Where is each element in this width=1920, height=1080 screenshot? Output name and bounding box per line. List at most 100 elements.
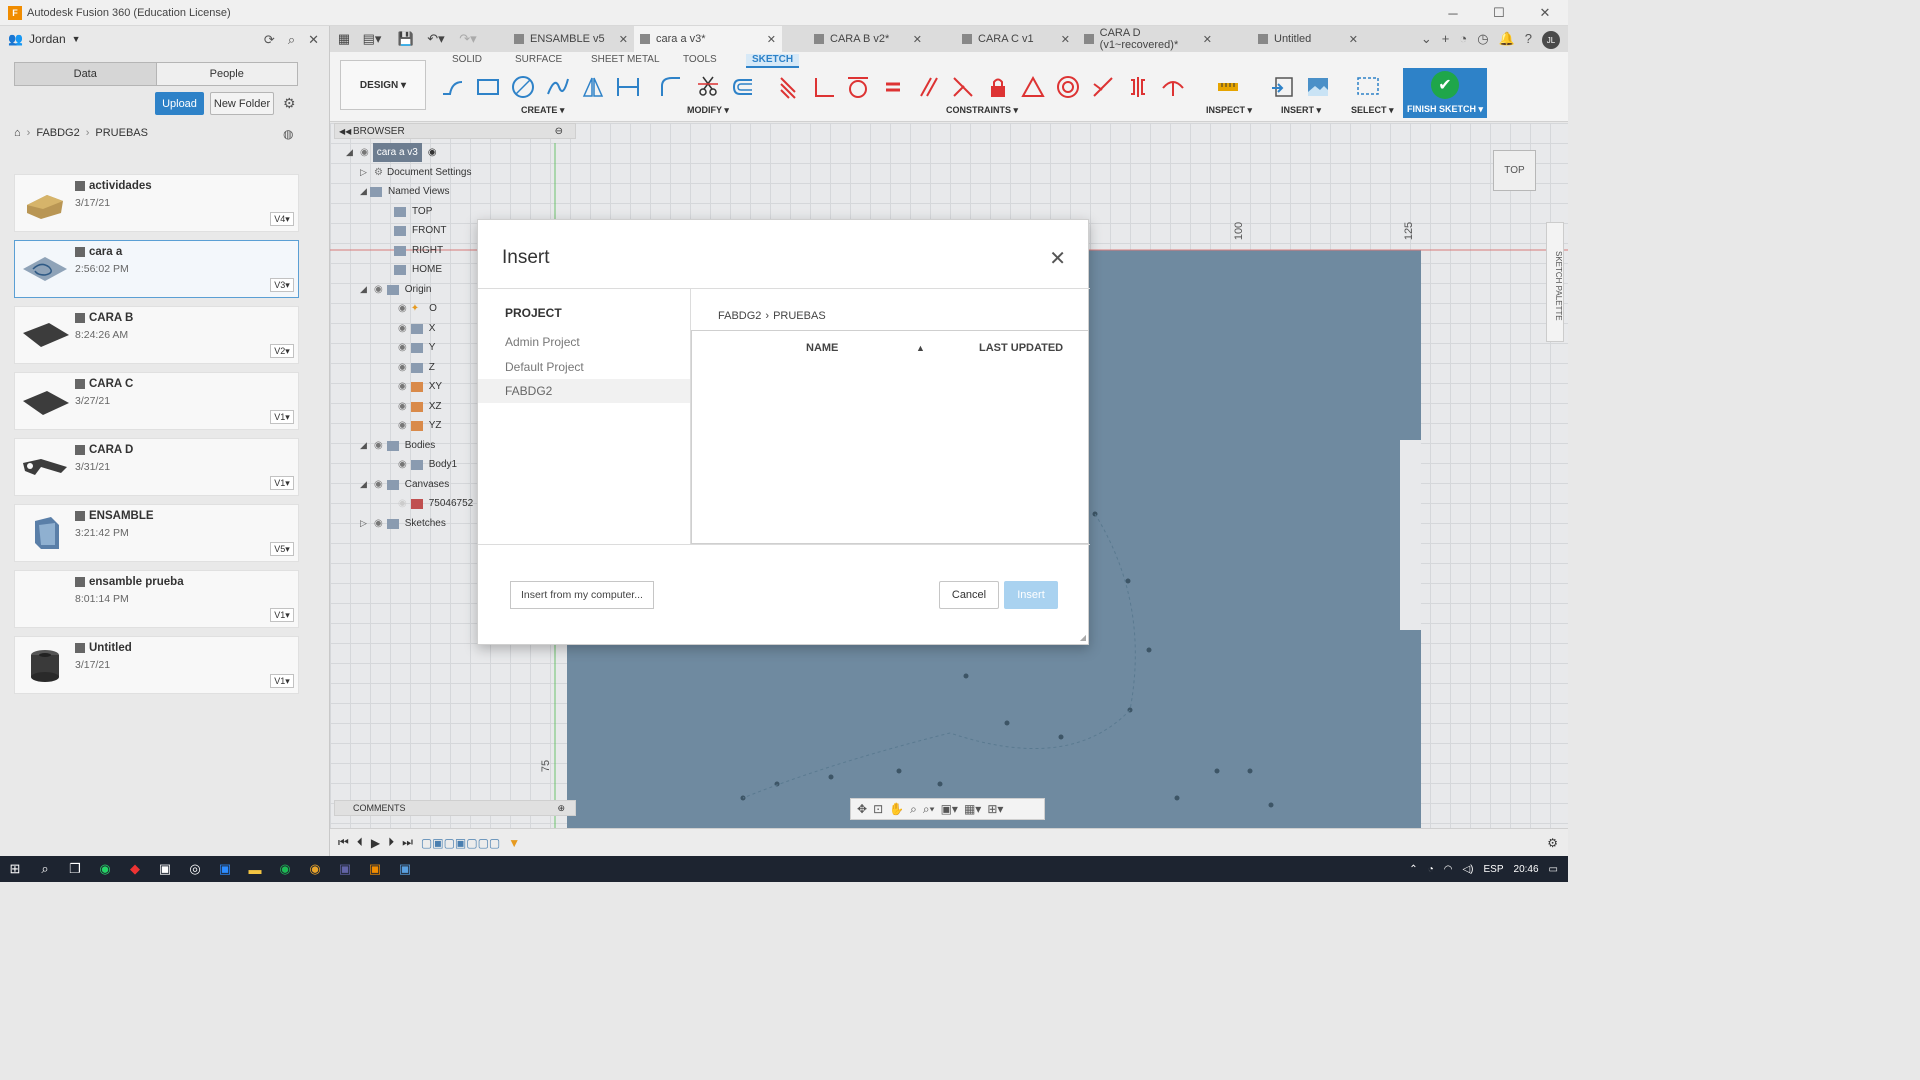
sort-ascending-icon[interactable]: ▲	[916, 343, 925, 353]
file-card[interactable]: actividades 3/17/21 V4 ▾	[14, 174, 299, 232]
lock-icon[interactable]	[985, 74, 1011, 100]
equal-icon[interactable]	[880, 74, 906, 100]
tab-people[interactable]: People	[156, 63, 297, 85]
select-menu[interactable]: SELECT ▾	[1351, 105, 1394, 116]
close-tab-icon[interactable]: ✕	[1061, 33, 1070, 46]
offset-tool-icon[interactable]	[730, 74, 756, 100]
tree-item[interactable]: ▷ ◉ Sketches	[360, 514, 446, 533]
collapse-browser-icon[interactable]: ◀◀	[339, 127, 351, 136]
version-badge[interactable]: V1 ▾	[270, 410, 294, 424]
timeline-marker[interactable]: ▼	[508, 836, 520, 850]
tree-item[interactable]: ▷ ⚙ Document Settings	[360, 163, 471, 182]
task-view-icon[interactable]: ❐	[60, 856, 90, 882]
rectangle-tool-icon[interactable]	[475, 74, 501, 100]
perpendicular-icon[interactable]	[810, 74, 836, 100]
modify-menu[interactable]: MODIFY ▾	[687, 105, 729, 116]
home-icon[interactable]: ⌂	[14, 127, 21, 139]
breadcrumb-folder[interactable]: PRUEBAS	[95, 127, 148, 139]
display-settings-icon[interactable]: ▣▾	[941, 802, 958, 816]
version-badge[interactable]: V1 ▾	[270, 674, 294, 688]
file-card[interactable]: CARA B 8:24:26 AM V2 ▾	[14, 306, 299, 364]
column-header-last-updated[interactable]: LAST UPDATED	[979, 342, 1063, 354]
finish-sketch-button[interactable]: ✔ FINISH SKETCH ▾	[1403, 68, 1487, 118]
wifi-icon[interactable]: ◠	[1444, 864, 1453, 875]
step-back-icon[interactable]: ⏴	[357, 835, 363, 850]
file-menu-icon[interactable]: ▤▾	[360, 31, 384, 47]
insert-from-computer-button[interactable]: Insert from my computer...	[510, 581, 654, 609]
save-icon[interactable]: 💾	[394, 31, 418, 47]
version-badge[interactable]: V1 ▾	[270, 476, 294, 490]
windows-start-icon[interactable]: ⊞	[0, 856, 30, 882]
upload-button[interactable]: Upload	[155, 92, 204, 115]
close-window-button[interactable]: ✕	[1522, 0, 1568, 26]
tree-item[interactable]: ◉ XY	[394, 377, 442, 396]
project-item-default[interactable]: Default Project	[478, 355, 690, 379]
maximize-button[interactable]: ☐	[1476, 0, 1522, 26]
column-header-name[interactable]: NAME	[806, 342, 838, 354]
breadcrumb-project[interactable]: FABDG2	[36, 127, 79, 139]
tree-item[interactable]: ◉ YZ	[394, 416, 442, 435]
tree-item[interactable]: HOME	[394, 260, 442, 279]
version-badge[interactable]: V2 ▾	[270, 344, 294, 358]
close-icon[interactable]: ✕	[1049, 246, 1066, 271]
mirror-tool-icon[interactable]	[580, 74, 606, 100]
network-icon[interactable]: ◔	[1428, 864, 1434, 875]
search-icon[interactable]: ⌕	[288, 32, 295, 48]
close-tab-icon[interactable]: ✕	[913, 33, 922, 46]
timeline-feature-icon[interactable]: ▢▣▢▣▢▢▢	[421, 836, 500, 850]
breadcrumb-project[interactable]: FABDG2	[718, 310, 761, 322]
search-icon[interactable]: ⌕	[30, 856, 60, 882]
close-tab-icon[interactable]: ✕	[1349, 33, 1358, 46]
insert-image-icon[interactable]	[1305, 74, 1331, 100]
help-icon[interactable]: ?	[1525, 31, 1532, 49]
play-icon[interactable]: ▶	[371, 836, 380, 850]
redo-icon[interactable]: ↷▾	[456, 31, 480, 47]
extensions-icon[interactable]: ◔	[1459, 31, 1467, 49]
tab-surface[interactable]: SURFACE	[515, 54, 562, 65]
measure-icon[interactable]	[1215, 74, 1241, 100]
tree-item[interactable]: ◢ ◉ Bodies	[360, 436, 435, 455]
clock[interactable]: 20:46	[1514, 864, 1539, 875]
comments-add-icon[interactable]: ⊕	[557, 803, 565, 814]
doc-tab[interactable]: ENSAMBLE v5 ✕	[508, 26, 634, 52]
workspace-dropdown[interactable]: DESIGN ▾	[340, 60, 426, 110]
app-icon[interactable]: ◎	[180, 856, 210, 882]
concentric-icon[interactable]	[1055, 74, 1081, 100]
midpoint-icon[interactable]	[1090, 74, 1116, 100]
insert-menu[interactable]: INSERT ▾	[1281, 105, 1321, 116]
file-explorer-icon[interactable]: ▬	[240, 856, 270, 882]
insert-derive-icon[interactable]	[1270, 74, 1296, 100]
chevron-down-icon[interactable]: ▼	[72, 34, 81, 44]
step-forward-icon[interactable]: ⏵	[388, 835, 394, 850]
app-grid-icon[interactable]: ▦	[332, 31, 356, 47]
zoom-app-icon[interactable]: ▣	[210, 856, 240, 882]
tab-sheet-metal[interactable]: SHEET METAL	[591, 54, 660, 65]
tab-data[interactable]: Data	[15, 63, 157, 85]
zoom-window-icon[interactable]: ⌕▾	[923, 802, 935, 817]
close-panel-icon[interactable]: ✕	[308, 32, 319, 48]
dimension-tool-icon[interactable]	[615, 74, 641, 100]
chrome-icon[interactable]: ◉	[300, 856, 330, 882]
new-tab-icon[interactable]: +	[1442, 31, 1450, 49]
insert-button[interactable]: Insert	[1004, 581, 1058, 609]
tree-item[interactable]: ◢ Named Views	[360, 182, 450, 201]
tab-sketch[interactable]: SKETCH	[746, 54, 800, 68]
app-icon[interactable]: ▣	[390, 856, 420, 882]
trim-tool-icon[interactable]	[695, 74, 721, 100]
tray-overflow-icon[interactable]: ⌃	[1409, 864, 1417, 875]
doc-tab[interactable]: CARA D (v1~recovered)* ✕	[1078, 26, 1218, 52]
select-box-icon[interactable]	[1355, 74, 1381, 100]
close-tab-icon[interactable]: ✕	[619, 33, 628, 46]
notification-center-icon[interactable]: ▭	[1549, 864, 1558, 875]
tree-item[interactable]: ◉ Body1	[394, 455, 457, 474]
version-badge[interactable]: V4 ▾	[270, 212, 294, 226]
user-dropdown[interactable]: Jordan	[29, 32, 66, 46]
tree-item[interactable]: ◢ ◉ Canvases	[360, 475, 449, 494]
look-at-icon[interactable]: ⊡	[873, 802, 883, 816]
file-card[interactable]: ENSAMBLE 3:21:42 PM V5 ▾	[14, 504, 299, 562]
tree-item[interactable]: ◉ Z	[394, 358, 435, 377]
tree-item[interactable]: ◉ ✦ O	[394, 299, 437, 318]
tree-item[interactable]: FRONT	[394, 221, 446, 240]
spline-tool-icon[interactable]	[545, 74, 571, 100]
resize-grip-icon[interactable]: ◢	[1080, 633, 1086, 642]
